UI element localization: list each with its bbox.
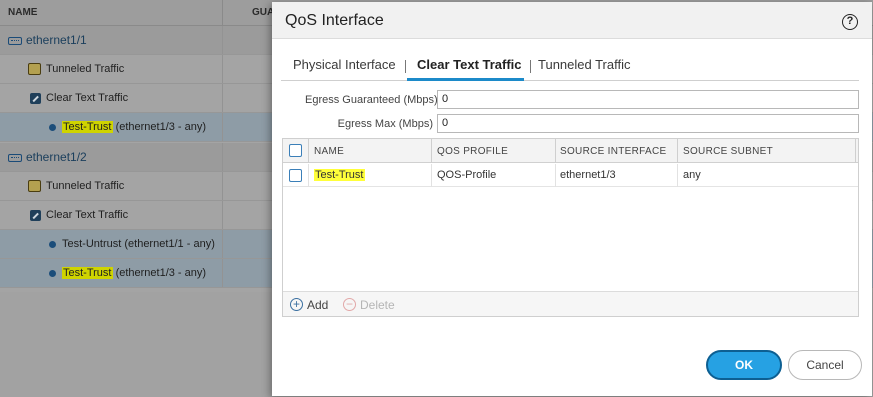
ethernet-icon <box>8 37 22 45</box>
egress-guaranteed-label: Egress Guaranteed (Mbps) <box>305 94 438 106</box>
tab-separator <box>405 60 406 73</box>
column-header-guaranteed: GUA <box>252 7 275 18</box>
tab-tunneled-traffic[interactable]: Tunneled Traffic <box>538 57 631 72</box>
bullet-icon <box>49 270 56 277</box>
tree-label-highlighted: Test-Trust <box>62 267 113 279</box>
grid-header-name[interactable]: NAME <box>314 146 344 157</box>
tree-label-suffix: (ethernet1/3 - any) <box>115 267 207 279</box>
tree-label-suffix: (ethernet1/1 - any) <box>124 238 215 250</box>
dialog-title-bar[interactable]: QoS Interface ? <box>272 2 872 39</box>
qos-interface-dialog: QoS Interface ? Physical Interface Clear… <box>272 2 872 396</box>
tree-label[interactable]: ethernet1/2 <box>26 150 87 164</box>
row-checkbox[interactable] <box>289 169 302 182</box>
bullet-icon <box>49 241 56 248</box>
active-tab-indicator <box>407 78 524 81</box>
tree-label[interactable]: ethernet1/1 <box>26 33 87 47</box>
bullet-icon <box>49 124 56 131</box>
tree-label: Clear Text Traffic <box>46 92 129 104</box>
clear-text-rules-grid: NAME QOS PROFILE SOURCE INTERFACE SOURCE… <box>282 138 859 317</box>
ethernet-icon <box>8 154 22 162</box>
column-header-name: NAME <box>8 7 38 18</box>
tree-label: Tunneled Traffic <box>46 63 125 75</box>
dialog-title: QoS Interface <box>285 12 384 29</box>
tree-label-highlighted: Test-Trust <box>62 121 113 133</box>
delete-button: Delete <box>360 298 395 312</box>
select-all-checkbox[interactable] <box>289 144 302 157</box>
tree-label: Clear Text Traffic <box>46 209 129 221</box>
column-divider <box>222 0 223 26</box>
egress-max-input[interactable]: 0 <box>437 114 859 133</box>
tunnel-icon <box>28 63 41 75</box>
grid-toolbar: + Add − Delete <box>283 291 858 316</box>
grid-header-qos-profile[interactable]: QOS PROFILE <box>437 146 508 157</box>
row-source-interface: ethernet1/3 <box>560 169 616 181</box>
row-source-subnet: any <box>683 169 701 181</box>
row-name[interactable]: Test-Trust <box>314 169 365 181</box>
tree-label: Tunneled Traffic <box>46 180 125 192</box>
tab-bar: Physical Interface Clear Text Traffic Tu… <box>281 51 859 81</box>
tree-label: Test-Untrust <box>62 238 122 250</box>
grid-header-source-interface[interactable]: SOURCE INTERFACE <box>560 146 666 157</box>
tunnel-icon <box>28 180 41 192</box>
clear-text-icon <box>30 93 41 104</box>
row-qos-profile: QOS-Profile <box>437 169 497 181</box>
delete-icon: − <box>343 298 356 311</box>
add-icon[interactable]: + <box>290 298 303 311</box>
egress-max-label: Egress Max (Mbps) <box>337 118 433 130</box>
egress-guaranteed-input[interactable]: 0 <box>437 90 859 109</box>
clear-text-icon <box>30 210 41 221</box>
question-circle-icon[interactable]: ? <box>842 14 858 30</box>
add-button[interactable]: Add <box>307 298 328 312</box>
tab-clear-text-traffic[interactable]: Clear Text Traffic <box>417 57 522 72</box>
grid-header: NAME QOS PROFILE SOURCE INTERFACE SOURCE… <box>283 139 858 163</box>
tree-label-suffix: (ethernet1/3 - any) <box>115 121 207 133</box>
table-row[interactable]: Test-Trust QOS-Profile ethernet1/3 any <box>283 164 858 187</box>
grid-header-source-subnet[interactable]: SOURCE SUBNET <box>683 146 773 157</box>
tab-separator <box>530 60 531 73</box>
ok-button[interactable]: OK <box>706 350 782 380</box>
cancel-button[interactable]: Cancel <box>788 350 862 380</box>
tab-physical-interface[interactable]: Physical Interface <box>293 57 396 72</box>
